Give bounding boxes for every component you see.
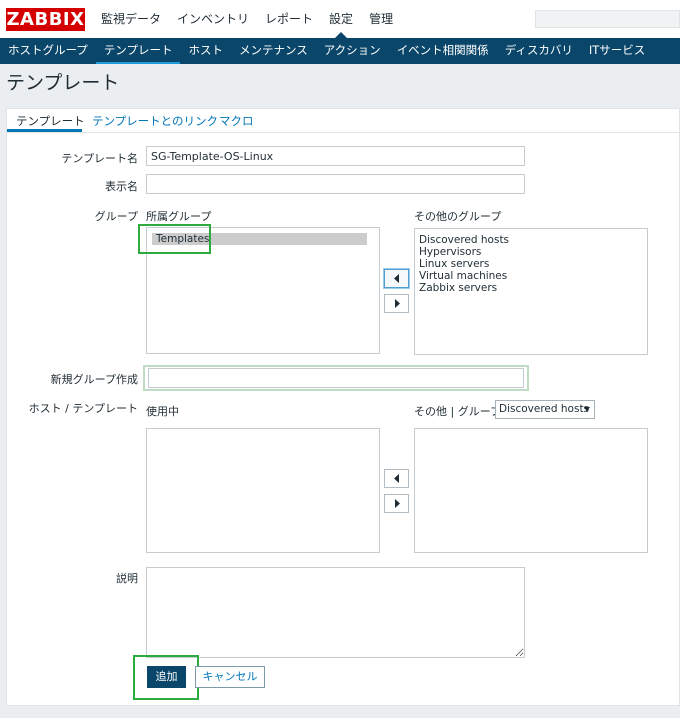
menu-inventory[interactable]: インベントリ [169,0,257,38]
menu-configuration[interactable]: 設定 [321,0,361,38]
other-group-label: その他 | グループ [414,405,502,418]
subnav-discovery[interactable]: ディスカバリ [497,38,581,64]
other-group-option[interactable]: Virtual machines [415,270,647,282]
search-input[interactable] [535,10,680,28]
hosts-other-listbox[interactable] [414,428,648,553]
in-groups-label: 所属グループ [146,210,212,223]
hosts-in-use-listbox[interactable] [146,428,380,553]
cancel-button[interactable]: キャンセル [195,666,265,688]
group-select[interactable]: Discovered hosts [495,400,595,419]
description-textarea[interactable] [146,567,525,658]
add-button[interactable]: 追加 [147,666,186,688]
subnav-maintenance[interactable]: メンテナンス [231,38,316,64]
arrow-right-icon [395,499,400,508]
subnav-hosts[interactable]: ホスト [180,38,231,64]
page-title: テンプレート [6,72,120,94]
top-bar: ZABBIX 監視データ インベントリ レポート 設定 管理 [0,0,680,38]
other-group-option[interactable]: Linux servers [415,258,647,270]
subnav-actions[interactable]: アクション [316,38,389,64]
template-name-input[interactable] [146,146,525,166]
subnav-it-services[interactable]: ITサービス [581,38,653,64]
new-group-label: 新規グループ作成 [50,373,138,386]
templates-highlight-box [138,224,211,254]
description-label: 説明 [116,572,138,585]
main-menu: 監視データ インベントリ レポート 設定 管理 [93,0,401,38]
template-form-card: テンプレート テンプレートとのリンク マクロ テンプレート名 表示名 グループ … [6,108,680,706]
tab-macros[interactable]: マクロ [219,113,254,129]
menu-reports[interactable]: レポート [257,0,321,38]
form-tabs: テンプレート テンプレートとのリンク マクロ [7,109,679,133]
tab-linked-templates[interactable]: テンプレートとのリンク [92,113,218,129]
menu-monitoring[interactable]: 監視データ [93,0,169,38]
subnav-host-groups[interactable]: ホストグループ [0,38,96,64]
arrow-left-icon [394,274,399,283]
other-groups-listbox[interactable]: Discovered hosts Hypervisors Linux serve… [414,228,648,355]
subnav-templates[interactable]: テンプレート [95,38,181,64]
active-tab-indicator [7,129,82,132]
new-group-input[interactable] [148,368,524,388]
move-right-button[interactable] [384,294,409,313]
other-group-option[interactable]: Discovered hosts [415,234,647,246]
groups-label: グループ [94,210,138,223]
display-name-input[interactable] [146,174,525,194]
other-group-option[interactable]: Zabbix servers [415,282,647,294]
hosts-templates-label: ホスト / テンプレート [28,402,138,415]
group-select-value: Discovered hosts [499,403,590,415]
in-use-label: 使用中 [146,405,179,418]
move-left-button[interactable] [384,269,409,288]
zabbix-logo[interactable]: ZABBIX [6,8,85,31]
template-name-label: テンプレート名 [61,152,138,165]
subnav-event-correlation[interactable]: イベント相関関係 [389,38,497,64]
arrow-right-icon [395,299,400,308]
hosts-move-left-button[interactable] [384,469,409,488]
sub-navigation: ホストグループ テンプレート ホスト メンテナンス アクション イベント相関関係… [0,38,680,64]
display-name-label: 表示名 [105,180,138,193]
chevron-down-icon [584,407,590,412]
tab-template[interactable]: テンプレート [16,113,85,129]
arrow-left-icon [394,474,399,483]
menu-administration[interactable]: 管理 [361,0,401,38]
other-group-option[interactable]: Hypervisors [415,246,647,258]
other-groups-label: その他のグループ [414,210,502,223]
hosts-move-right-button[interactable] [384,494,409,513]
